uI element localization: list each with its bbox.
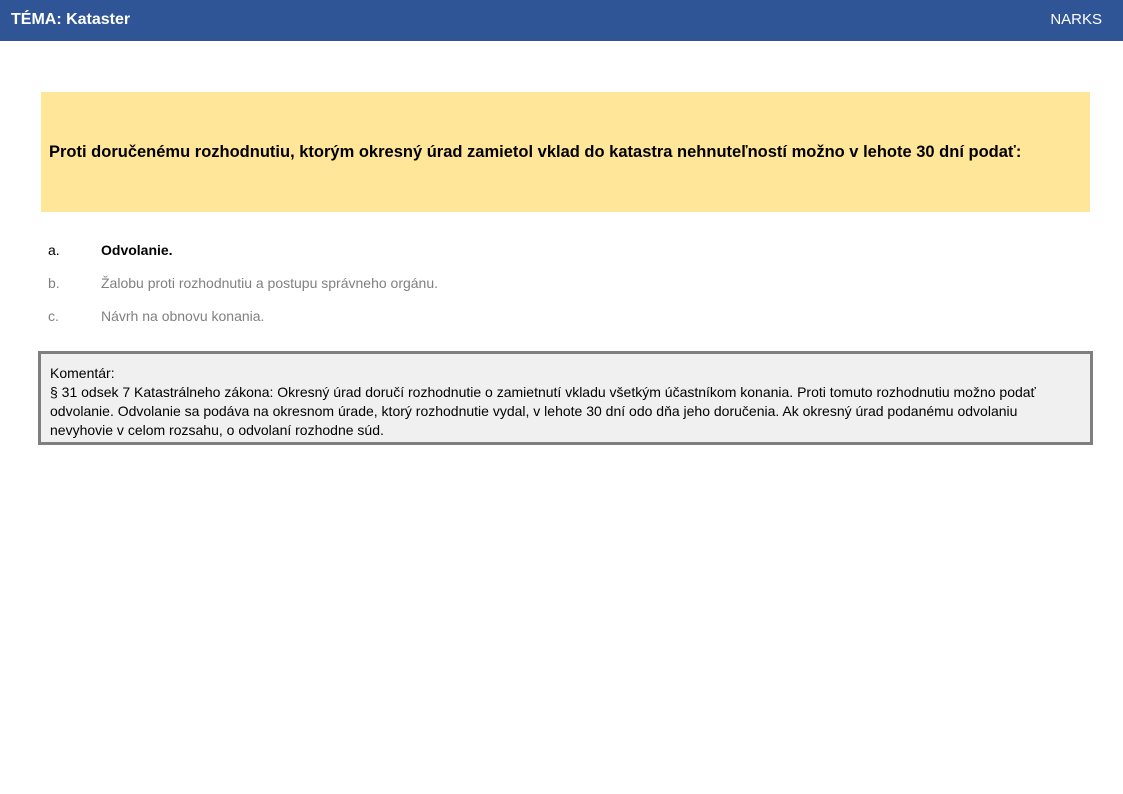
answer-text: Návrh na obnovu konania. xyxy=(101,308,265,324)
answer-letter: b. xyxy=(48,275,60,291)
header-bar: TÉMA: Kataster NARKS xyxy=(0,0,1123,41)
answer-option-b[interactable]: b. Žalobu proti rozhodnutiu a postupu sp… xyxy=(48,273,1088,306)
answer-letter: a. xyxy=(48,242,60,258)
comment-text: § 31 odsek 7 Katastrálneho zákona: Okres… xyxy=(50,384,1036,438)
answer-text: Žalobu proti rozhodnutiu a postupu správ… xyxy=(101,275,439,291)
answer-option-c[interactable]: c. Návrh na obnovu konania. xyxy=(48,306,1088,339)
answer-option-a[interactable]: a. Odvolanie. xyxy=(48,240,1088,273)
topic-title: TÉMA: Kataster xyxy=(11,11,131,28)
brand-label: NARKS xyxy=(1050,11,1102,28)
answer-text: Odvolanie. xyxy=(101,242,173,258)
question-box: Proti doručenému rozhodnutiu, ktorým okr… xyxy=(41,92,1090,212)
comment-label: Komentár: xyxy=(50,365,115,381)
comment-box: Komentár: § 31 odsek 7 Katastrálneho zák… xyxy=(38,351,1093,445)
question-text: Proti doručenému rozhodnutiu, ktorým okr… xyxy=(49,143,1022,161)
answer-list: a. Odvolanie. b. Žalobu proti rozhodnuti… xyxy=(48,240,1088,339)
answer-letter: c. xyxy=(48,308,59,324)
